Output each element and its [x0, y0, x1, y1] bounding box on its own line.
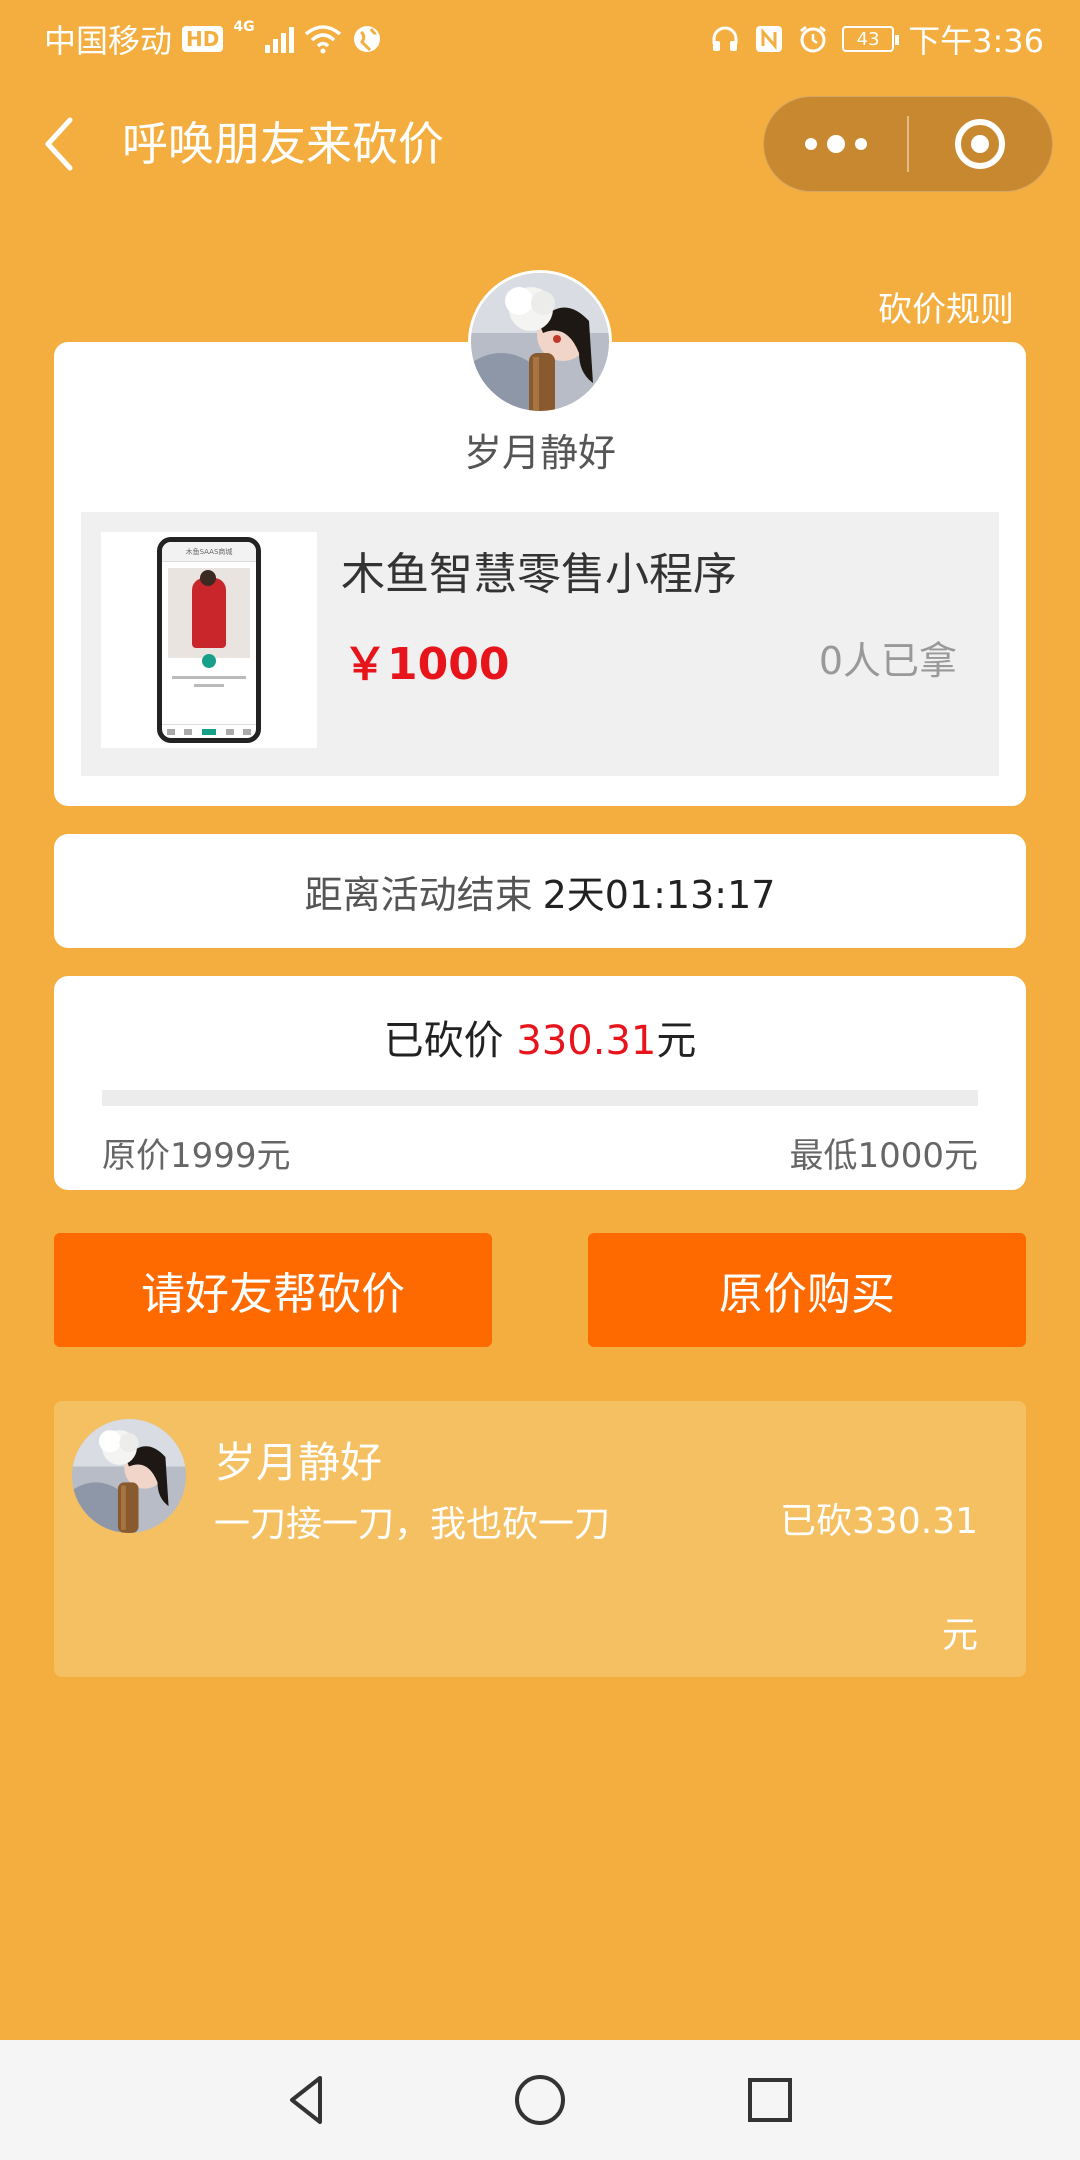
globe-icon: [353, 26, 380, 52]
invite-friends-button[interactable]: 请好友帮砍价: [54, 1233, 492, 1347]
progress-bar: [102, 1090, 978, 1106]
navigation-bar: 呼唤朋友来砍价: [0, 72, 1080, 220]
page-title: 呼唤朋友来砍价: [122, 117, 444, 171]
helper-message: 一刀接一刀，我也砍一刀: [214, 1504, 611, 1545]
minimum-price: 最低1000元: [789, 1136, 978, 1176]
helper-record: 岁月静好 一刀接一刀，我也砍一刀 已砍330.31元: [54, 1401, 1026, 1677]
battery-level: 43: [856, 28, 880, 50]
username: 岁月静好: [463, 431, 616, 475]
signal-icon: [264, 25, 294, 53]
avatar: [468, 270, 612, 414]
helper-name: 岁月静好: [214, 1438, 383, 1487]
countdown-card: 距离活动结束 2天01:13:17: [54, 834, 1026, 948]
thumb-caption: 木鱼SAAS商城: [162, 542, 256, 562]
countdown-timer: 2天01:13:17: [542, 872, 776, 917]
system-navigation-bar: [0, 2040, 1080, 2160]
original-price: 原价1999元: [102, 1136, 291, 1176]
miniprogram-capsule: [763, 96, 1053, 192]
target-close-icon[interactable]: [909, 96, 1052, 192]
cut-amount: 330.31: [516, 1018, 657, 1064]
helper-avatar: [72, 1419, 186, 1533]
alarm-icon: [800, 25, 827, 53]
network-type-label: 4G: [233, 19, 255, 35]
product-info[interactable]: 木鱼SAAS商城 木鱼智慧零售小程序 ￥1000 0人已拿: [81, 512, 999, 776]
product-price: ￥1000: [343, 639, 510, 690]
triangle-back-icon[interactable]: [278, 2070, 338, 2130]
bargain-rules-link[interactable]: 砍价规则: [878, 282, 1014, 331]
more-dots-icon[interactable]: [764, 96, 907, 192]
product-thumbnail: 木鱼SAAS商城: [101, 532, 317, 748]
clock-label: 下午3:36: [908, 22, 1044, 60]
taken-count: 0人已拿: [818, 639, 957, 683]
nfc-icon: [756, 26, 783, 52]
cut-suffix: 元: [656, 1018, 697, 1064]
status-bar: 中国移动 HD 4G 43 下午3:36: [0, 0, 1080, 72]
cut-prefix: 已砍价: [383, 1018, 517, 1064]
countdown-label: 距离活动结束: [304, 872, 533, 917]
square-recent-icon[interactable]: [740, 2070, 800, 2130]
phone-mockup-image: 木鱼SAAS商城: [157, 537, 261, 743]
cut-amount-line: 已砍价 330.31元: [54, 1008, 1026, 1066]
hd-badge: HD: [182, 26, 224, 52]
carrier-label: 中国移动: [44, 22, 173, 60]
circle-home-icon[interactable]: [510, 2070, 570, 2130]
headphones-icon: [712, 26, 738, 51]
battery-icon: 43: [842, 26, 900, 52]
buy-original-price-button[interactable]: 原价购买: [588, 1233, 1026, 1347]
helper-cut-amount: 已砍330.31元: [780, 1501, 978, 1656]
product-name: 木鱼智慧零售小程序: [341, 549, 737, 600]
wifi-icon: [304, 25, 341, 54]
back-chevron-icon[interactable]: [40, 114, 80, 174]
bargain-progress-card: 已砍价 330.31元 原价1999元 最低1000元: [54, 976, 1026, 1190]
